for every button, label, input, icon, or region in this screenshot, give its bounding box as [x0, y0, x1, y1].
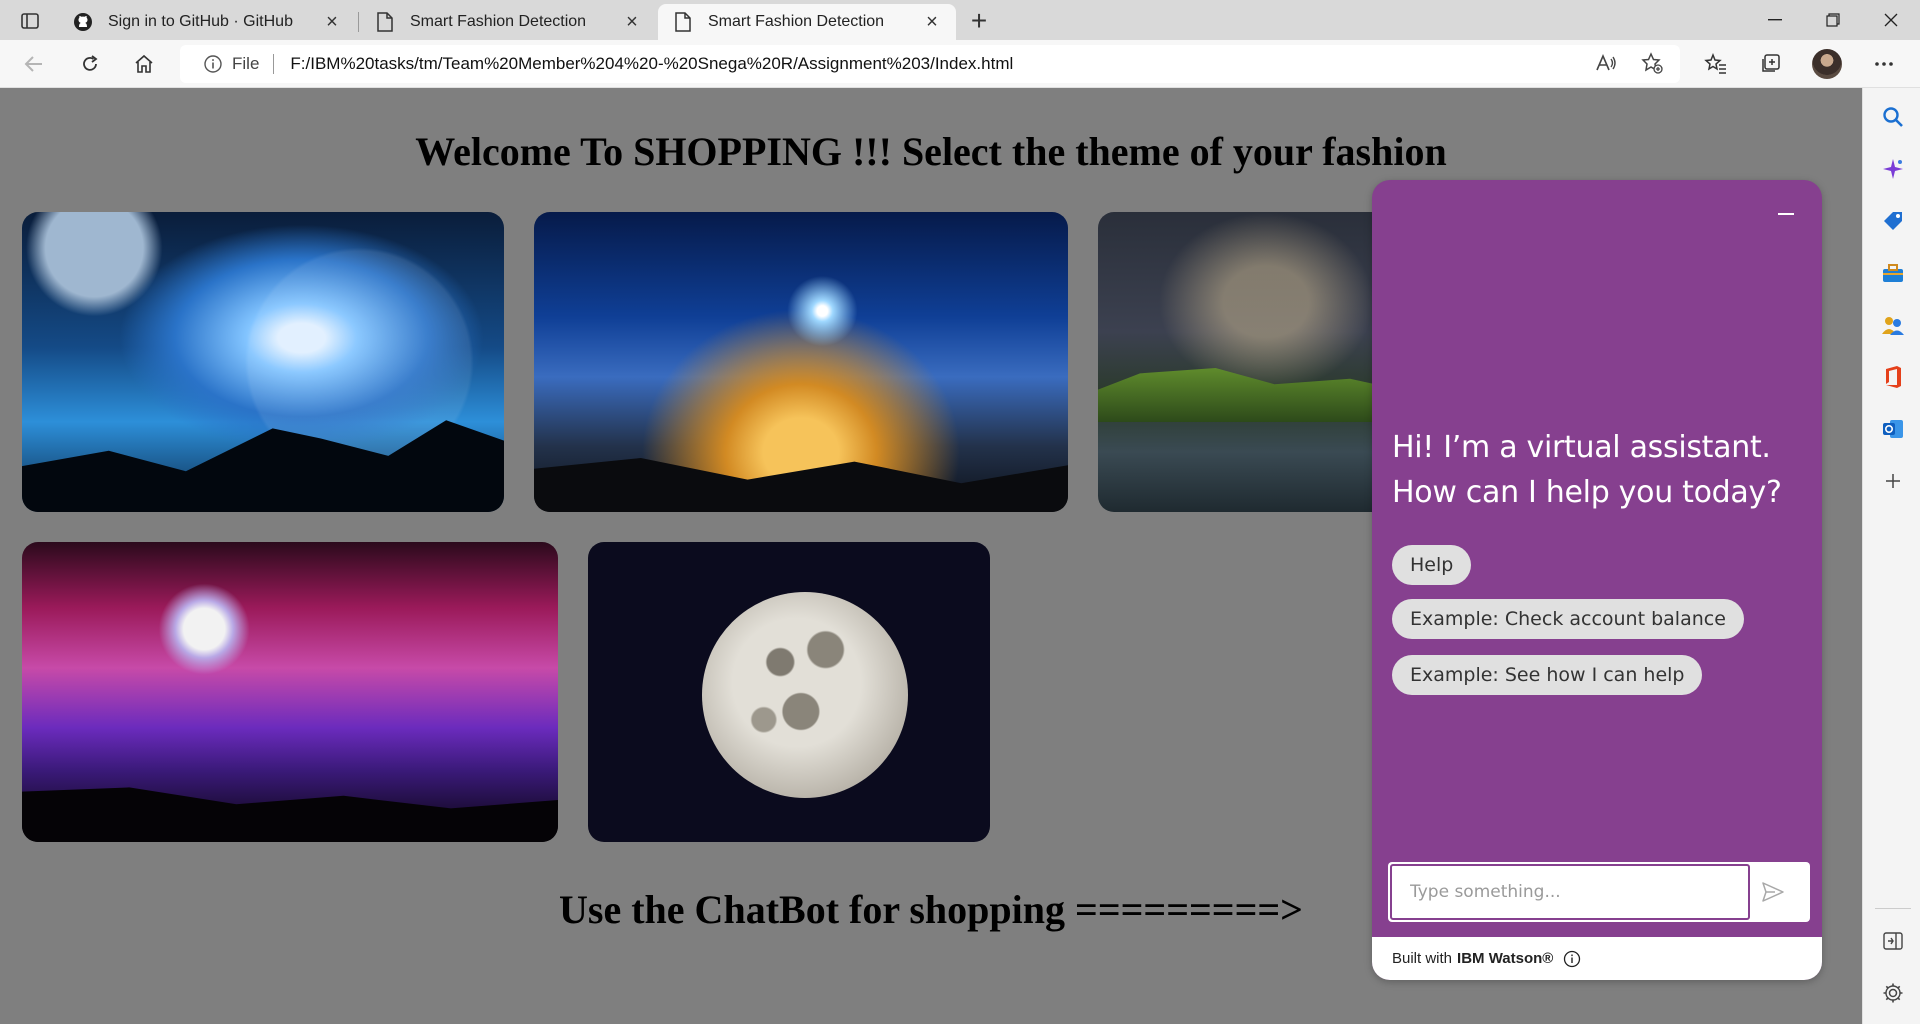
refresh-icon [83, 55, 98, 71]
more-dots-icon [1875, 62, 1893, 66]
address-divider [273, 54, 275, 74]
tab-smart-fashion-active[interactable]: Smart Fashion Detection × [658, 4, 956, 40]
sidebar-outlook-button[interactable] [1880, 416, 1906, 442]
collections-icon [1762, 54, 1780, 72]
read-aloud-button[interactable] [1592, 49, 1620, 77]
home-button[interactable] [128, 49, 160, 79]
info-icon[interactable] [1563, 950, 1581, 968]
tab-divider [358, 12, 359, 32]
scheme-label: File [232, 54, 260, 73]
navigation-bar: File F:/IBM%20tasks/tm/Team%20Member%204… [0, 40, 1920, 88]
favorites-icon [1704, 53, 1726, 74]
theme-silhouette [22, 787, 558, 842]
refresh-button[interactable] [74, 49, 106, 79]
quick-reply-account-balance[interactable]: Example: Check account balance [1392, 599, 1744, 639]
settings-icon [1883, 983, 1903, 1003]
sidebar-tools-button[interactable] [1880, 260, 1906, 286]
tab-actions-icon [21, 13, 39, 29]
tab-smart-fashion-1[interactable]: Smart Fashion Detection × [360, 4, 656, 40]
office-icon [1886, 366, 1901, 388]
page-icon [672, 11, 694, 33]
night-city-theme[interactable] [534, 212, 1068, 512]
favorites-button[interactable] [1700, 49, 1732, 79]
minimize-chat-button[interactable] [1774, 202, 1798, 226]
minimize-icon [1768, 19, 1782, 21]
chat-widget: Hi! I’m a virtual assistant. How can I h… [1372, 180, 1822, 980]
moon-image [702, 592, 908, 798]
sidebar-divider [1875, 908, 1911, 909]
message-composer [1388, 862, 1810, 922]
plus-icon [1886, 474, 1900, 488]
close-tab-icon[interactable]: × [922, 11, 942, 33]
url-text[interactable]: F:/IBM%20tasks/tm/Team%20Member%204%20-%… [290, 54, 1013, 74]
purple-tree-theme[interactable] [22, 542, 558, 842]
tab-title: Sign in to GitHub · GitHub [108, 13, 293, 30]
full-moon-theme[interactable] [588, 542, 990, 842]
tab-title: Smart Fashion Detection [410, 13, 587, 30]
quick-reply-see-how[interactable]: Example: See how I can help [1392, 655, 1703, 695]
tab-title: Smart Fashion Detection [708, 13, 885, 30]
panel-toggle-icon [1883, 932, 1903, 950]
tab-github[interactable]: Sign in to GitHub · GitHub × [58, 4, 356, 40]
tab-actions-button[interactable] [12, 8, 48, 34]
sidebar-settings-button[interactable] [1880, 980, 1906, 1006]
star-add-icon [1641, 52, 1663, 74]
page-title: Welcome To SHOPPING !!! Select the theme… [415, 129, 1447, 174]
address-bar[interactable]: File F:/IBM%20tasks/tm/Team%20Member%204… [180, 45, 1680, 83]
shopping-tag-icon [1884, 212, 1902, 230]
minimize-window-button[interactable] [1746, 0, 1804, 40]
sparkle-icon [1883, 159, 1903, 179]
footer-prefix: Built with [1392, 950, 1453, 967]
settings-more-button[interactable] [1868, 49, 1900, 79]
read-aloud-icon [1596, 53, 1616, 71]
back-button[interactable] [18, 49, 50, 79]
footer-brand: IBM Watson® [1457, 950, 1554, 967]
quick-reply-help[interactable]: Help [1392, 545, 1472, 585]
new-tab-button[interactable]: + [964, 5, 994, 36]
close-tab-icon[interactable]: × [322, 11, 342, 33]
send-button[interactable] [1756, 876, 1790, 908]
close-window-button[interactable] [1862, 0, 1920, 40]
theme-silhouette [22, 420, 504, 512]
assistant-greeting: Hi! I’m a virtual assistant. How can I h… [1392, 430, 1782, 510]
wolf-moon-theme[interactable] [22, 212, 504, 512]
github-icon [72, 11, 94, 33]
close-icon [1884, 13, 1898, 27]
restore-window-button[interactable] [1804, 0, 1862, 40]
toolbox-icon [1883, 264, 1903, 282]
home-icon [135, 54, 153, 73]
add-favorite-button[interactable] [1638, 49, 1666, 77]
search-icon [1883, 107, 1903, 127]
tab-strip: Sign in to GitHub · GitHub × Smart Fashi… [0, 0, 1920, 40]
sidebar-office-button[interactable] [1880, 364, 1906, 390]
close-tab-icon[interactable]: × [622, 11, 642, 33]
message-input[interactable] [1390, 864, 1750, 920]
edge-sidebar [1862, 88, 1920, 1024]
sidebar-hide-button[interactable] [1880, 928, 1906, 954]
sidebar-shopping-button[interactable] [1880, 208, 1906, 234]
sidebar-copilot-button[interactable] [1880, 156, 1906, 182]
watson-footer: Built with IBM Watson® [1372, 937, 1822, 980]
theme-silhouette [534, 458, 1068, 512]
send-icon [1762, 882, 1784, 902]
restore-icon [1826, 13, 1840, 27]
collections-button[interactable] [1754, 49, 1786, 79]
sidebar-add-button[interactable] [1880, 468, 1906, 494]
minimize-icon [1778, 213, 1794, 215]
page-icon [374, 11, 396, 33]
sidebar-search-button[interactable] [1880, 104, 1906, 130]
sidebar-games-button[interactable] [1880, 312, 1906, 338]
profile-avatar[interactable] [1812, 49, 1842, 79]
site-info-icon[interactable] [202, 53, 224, 75]
back-arrow-icon [24, 56, 42, 72]
outlook-icon [1883, 420, 1903, 438]
people-icon [1882, 317, 1904, 335]
